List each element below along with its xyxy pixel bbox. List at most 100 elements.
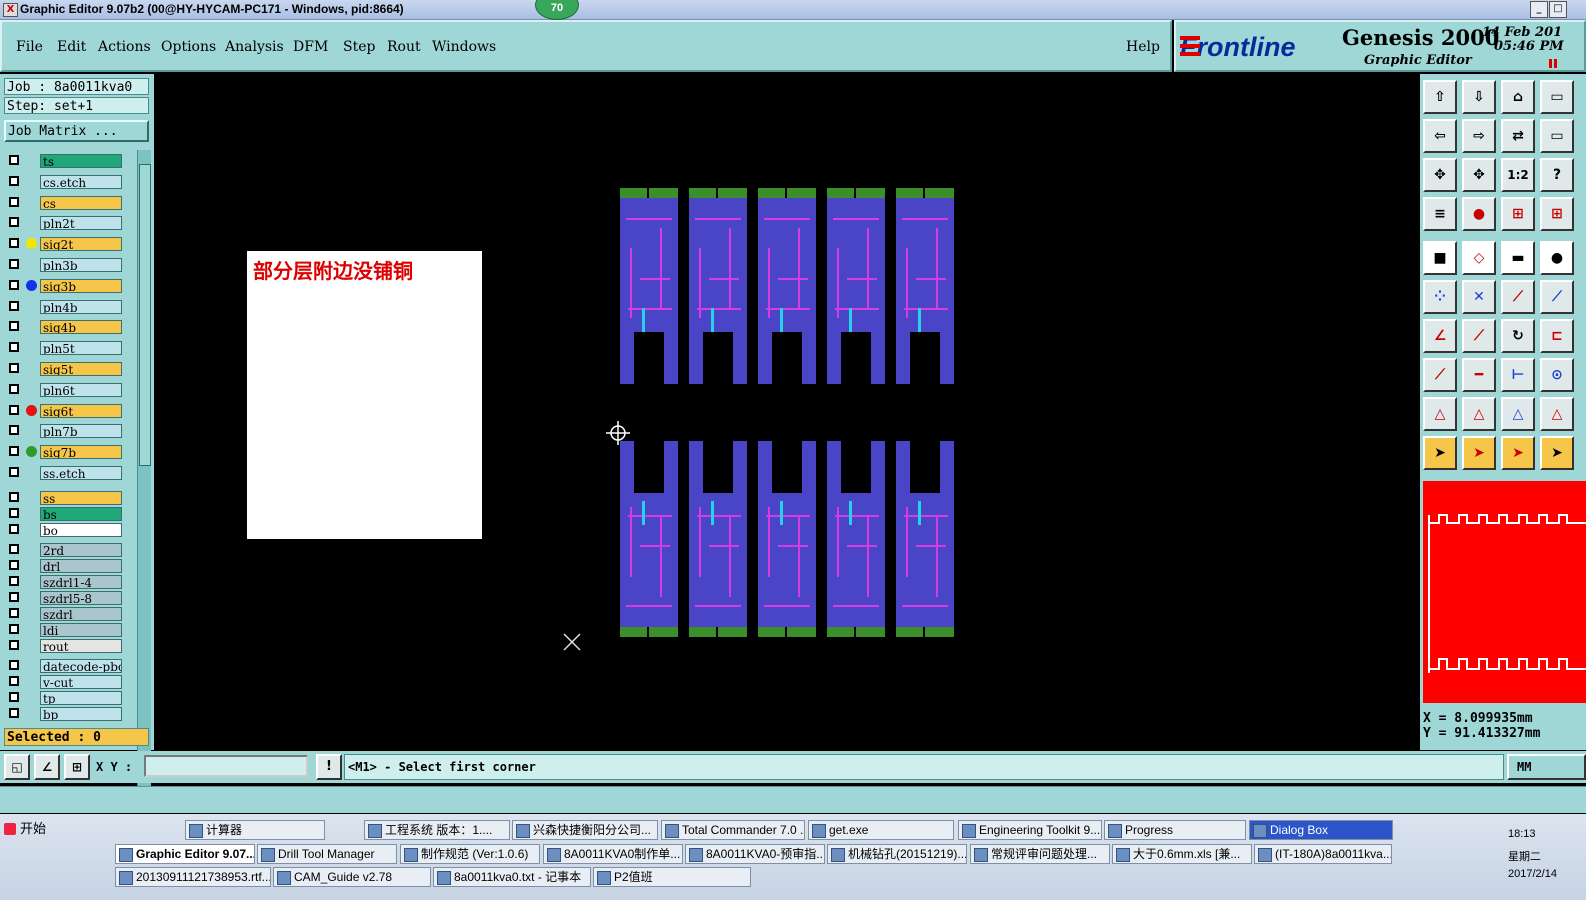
ruler-icon[interactable]: ▬ <box>1501 241 1535 275</box>
menu-analysis[interactable]: Analysis <box>225 39 284 55</box>
layer-checkbox[interactable] <box>9 575 19 586</box>
layer-checkbox[interactable] <box>9 675 19 686</box>
minimize-button[interactable]: _ <box>1530 1 1548 18</box>
angle-snap-icon[interactable]: ∠ <box>34 754 60 780</box>
zoom-area-icon[interactable]: ⊙ <box>1540 358 1574 392</box>
triangle-icon[interactable]: △ <box>1423 397 1457 431</box>
taskbar-button[interactable]: 机械钻孔(20151219)... <box>827 844 967 864</box>
layer-name[interactable]: ss <box>40 490 122 505</box>
taskbar-button[interactable]: Engineering Toolkit 9.... <box>958 820 1102 840</box>
layer-row[interactable]: pln7b <box>6 424 124 439</box>
layer-name[interactable]: ldi <box>40 622 122 637</box>
layer-checkbox[interactable] <box>9 491 19 502</box>
layer-row[interactable]: sig2t <box>6 237 124 252</box>
layer-row[interactable]: cs.etch <box>6 174 124 189</box>
xy-input[interactable] <box>144 755 308 777</box>
layer-checkbox[interactable] <box>9 591 19 602</box>
menu-windows[interactable]: Windows <box>432 39 496 55</box>
layer-checkbox[interactable] <box>9 467 19 477</box>
layer-row[interactable]: 2rd <box>6 542 124 557</box>
layer-row[interactable]: sig5t <box>6 362 124 376</box>
taskbar-button[interactable]: Graphic Editor 9.07... <box>115 844 255 864</box>
layer-name[interactable]: pln2t <box>40 216 122 231</box>
taskbar-button[interactable]: P2值班 <box>593 867 751 887</box>
layer-row[interactable]: pln6t <box>6 382 124 397</box>
pad-line-icon[interactable]: ⊏ <box>1540 319 1574 353</box>
layer-name[interactable]: bs <box>40 506 122 521</box>
mirror-icon[interactable]: ⇄ <box>1501 119 1535 153</box>
taskbar-button[interactable]: 20130911121738953.rtf... <box>115 867 271 887</box>
layer-name[interactable]: sig5t <box>40 362 122 376</box>
layer-checkbox[interactable] <box>9 691 19 702</box>
fit-icon[interactable]: ✥ <box>1423 158 1457 192</box>
layer-name[interactable]: cs.etch <box>40 174 122 189</box>
taskbar-button[interactable]: 8A0011KVA0-预审指... <box>685 844 825 864</box>
window-icon[interactable]: ▭ <box>1540 80 1574 114</box>
taskbar-button[interactable]: Total Commander 7.0 ... <box>661 820 805 840</box>
layer-name[interactable]: bp <box>40 706 122 721</box>
line-node-icon[interactable]: ⟋ <box>1501 280 1535 314</box>
layer-row[interactable]: ts <box>6 154 124 168</box>
job-matrix-button[interactable]: Job Matrix ... <box>4 120 149 142</box>
layer-name[interactable]: szdrl <box>40 606 122 621</box>
line-icon[interactable]: ⟋ <box>1462 319 1496 353</box>
layer-row[interactable]: szdrl1-4 <box>6 574 124 589</box>
layer-name[interactable]: pln4b <box>40 299 122 314</box>
layer-name[interactable]: cs <box>40 195 122 210</box>
scale-button[interactable]: 1:2 <box>1501 158 1535 192</box>
layer-checkbox[interactable] <box>9 321 19 332</box>
layer-checkbox[interactable] <box>9 259 19 269</box>
maximize-button[interactable]: □ <box>1549 1 1567 18</box>
dimension-icon[interactable]: ⊢ <box>1501 358 1535 392</box>
layer-row[interactable]: pln3b <box>6 258 124 272</box>
layer-checkbox[interactable] <box>9 217 19 228</box>
triangle-blue-icon[interactable]: △ <box>1501 397 1535 431</box>
layer-checkbox[interactable] <box>9 155 19 165</box>
scrollbar-thumb[interactable] <box>139 164 151 466</box>
menu-step[interactable]: Step <box>343 39 375 55</box>
layer-row[interactable]: bs <box>6 506 124 521</box>
layer-row[interactable]: ss <box>6 490 124 505</box>
layer-name[interactable]: tp <box>40 690 122 705</box>
layer-row[interactable]: sig7b <box>6 445 124 460</box>
layer-row[interactable]: bo <box>6 522 124 537</box>
triangle-red-icon[interactable]: △ <box>1540 397 1574 431</box>
layer-row[interactable]: ss.etch <box>6 466 124 480</box>
layer-name[interactable]: ts <box>40 154 122 168</box>
triangle-alt-icon[interactable]: △ <box>1462 397 1496 431</box>
layer-row[interactable]: sig4b <box>6 320 124 335</box>
layer-name[interactable]: sig6t <box>40 403 122 418</box>
layer-name[interactable]: pln5t <box>40 341 122 356</box>
zoom-in-icon[interactable]: ⇩ <box>1462 80 1496 114</box>
menu-actions[interactable]: Actions <box>98 39 151 55</box>
overview-preview[interactable] <box>1423 481 1586 703</box>
layer-name[interactable]: szdrl5-8 <box>40 590 122 605</box>
edit-feature-icon[interactable]: ◇ <box>1462 241 1496 275</box>
layer-checkbox[interactable] <box>9 523 19 534</box>
layer-name[interactable]: sig2t <box>40 237 122 252</box>
taskbar-button[interactable]: Dialog Box <box>1249 820 1393 840</box>
taskbar-button[interactable]: 8A0011KVA0制作单... <box>543 844 683 864</box>
layer-name[interactable]: sig7b <box>40 445 122 460</box>
pointer-icon[interactable]: ➤ <box>1423 436 1457 470</box>
layer-checkbox[interactable] <box>9 300 19 311</box>
taskbar-button[interactable]: 制作规范 (Ver:1.0.6) <box>400 844 540 864</box>
taskbar-button[interactable]: 工程系统 版本：1.... <box>364 820 510 840</box>
alert-button[interactable]: ! <box>316 754 342 780</box>
menu-dfm[interactable]: DFM <box>293 39 328 55</box>
start-button[interactable]: 开始 <box>2 818 48 840</box>
pointer-select-icon[interactable]: ➤ <box>1462 436 1496 470</box>
layer-checkbox[interactable] <box>9 507 19 518</box>
layer-row[interactable]: tp <box>6 690 124 705</box>
layer-checkbox[interactable] <box>9 425 19 436</box>
layer-name[interactable]: rout <box>40 638 122 653</box>
menu-help[interactable]: Help <box>1126 39 1160 55</box>
layer-row[interactable]: pln2t <box>6 216 124 231</box>
taskbar-button[interactable]: 常规评审问题处理... <box>970 844 1110 864</box>
delete-node-icon[interactable]: ✕ <box>1462 280 1496 314</box>
angle-line-icon[interactable]: ∠ <box>1423 319 1457 353</box>
layer-name[interactable]: sig4b <box>40 320 122 335</box>
layer-checkbox[interactable] <box>9 446 19 457</box>
layer-row[interactable]: szdrl5-8 <box>6 590 124 605</box>
layer-row[interactable]: sig6t <box>6 403 124 418</box>
